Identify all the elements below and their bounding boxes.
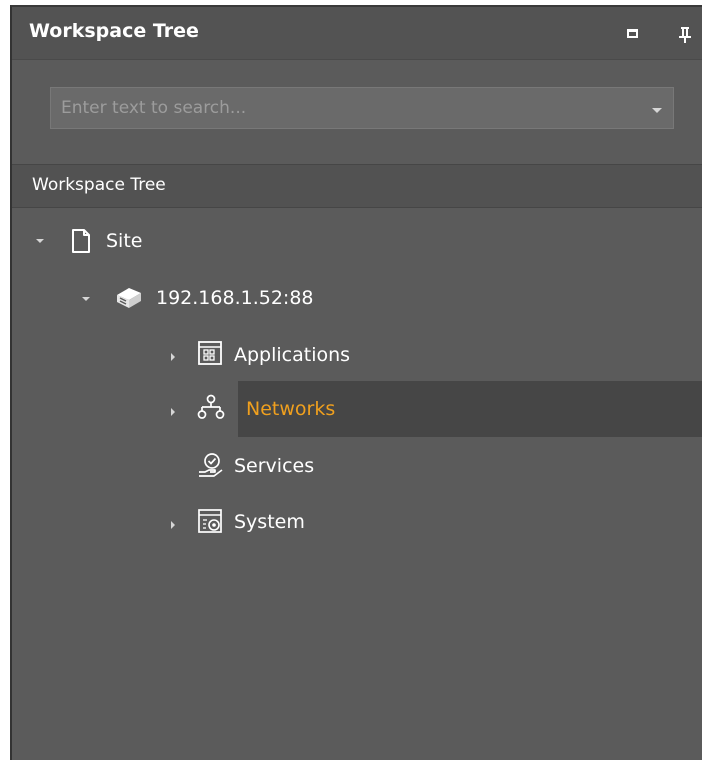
tree-item-services[interactable]: Services bbox=[12, 437, 702, 493]
search-input[interactable] bbox=[61, 88, 641, 128]
tree-item-label: Site bbox=[106, 230, 143, 252]
workspace-tree-panel: Workspace Tree Workspace Tree bbox=[10, 5, 702, 760]
tree-item-system[interactable]: System bbox=[12, 493, 702, 549]
tree-section-header: Workspace Tree bbox=[12, 164, 702, 208]
document-icon bbox=[67, 227, 95, 255]
section-title: Workspace Tree bbox=[32, 175, 166, 195]
panel-title: Workspace Tree bbox=[29, 20, 199, 42]
services-icon bbox=[196, 451, 224, 479]
server-icon bbox=[114, 282, 142, 310]
maximize-button[interactable] bbox=[624, 26, 641, 42]
pin-button[interactable] bbox=[676, 25, 694, 45]
tree-item-label: Networks bbox=[246, 398, 336, 420]
chevron-right-icon bbox=[171, 408, 175, 416]
system-icon bbox=[196, 507, 224, 535]
expand-toggle[interactable] bbox=[165, 349, 181, 365]
tree-item-networks[interactable]: Networks bbox=[12, 381, 702, 437]
chevron-down-icon bbox=[652, 108, 662, 113]
tree-item-label: Services bbox=[234, 455, 315, 477]
tree-item-label: 192.168.1.52:88 bbox=[156, 287, 314, 309]
tree-item-label: Applications bbox=[234, 344, 351, 366]
search-combobox[interactable] bbox=[50, 87, 674, 129]
tree-item-label: System bbox=[234, 511, 305, 533]
pin-icon bbox=[679, 27, 691, 43]
expand-toggle[interactable] bbox=[78, 291, 94, 307]
applications-icon bbox=[196, 339, 224, 367]
search-dropdown-button[interactable] bbox=[647, 102, 667, 116]
maximize-icon bbox=[627, 29, 638, 38]
panel-title-bar: Workspace Tree bbox=[12, 7, 702, 60]
expand-toggle[interactable] bbox=[165, 404, 181, 420]
tree-item-site[interactable]: Site bbox=[12, 213, 702, 269]
chevron-right-icon bbox=[171, 521, 175, 529]
tree-item-applications[interactable]: Applications bbox=[12, 325, 702, 381]
chevron-right-icon bbox=[171, 353, 175, 361]
tree-item-server[interactable]: 192.168.1.52:88 bbox=[12, 269, 702, 325]
chevron-down-icon bbox=[82, 297, 90, 301]
chevron-down-icon bbox=[36, 239, 44, 243]
expand-toggle[interactable] bbox=[32, 233, 48, 249]
expand-toggle[interactable] bbox=[165, 517, 181, 533]
network-icon bbox=[196, 393, 225, 421]
